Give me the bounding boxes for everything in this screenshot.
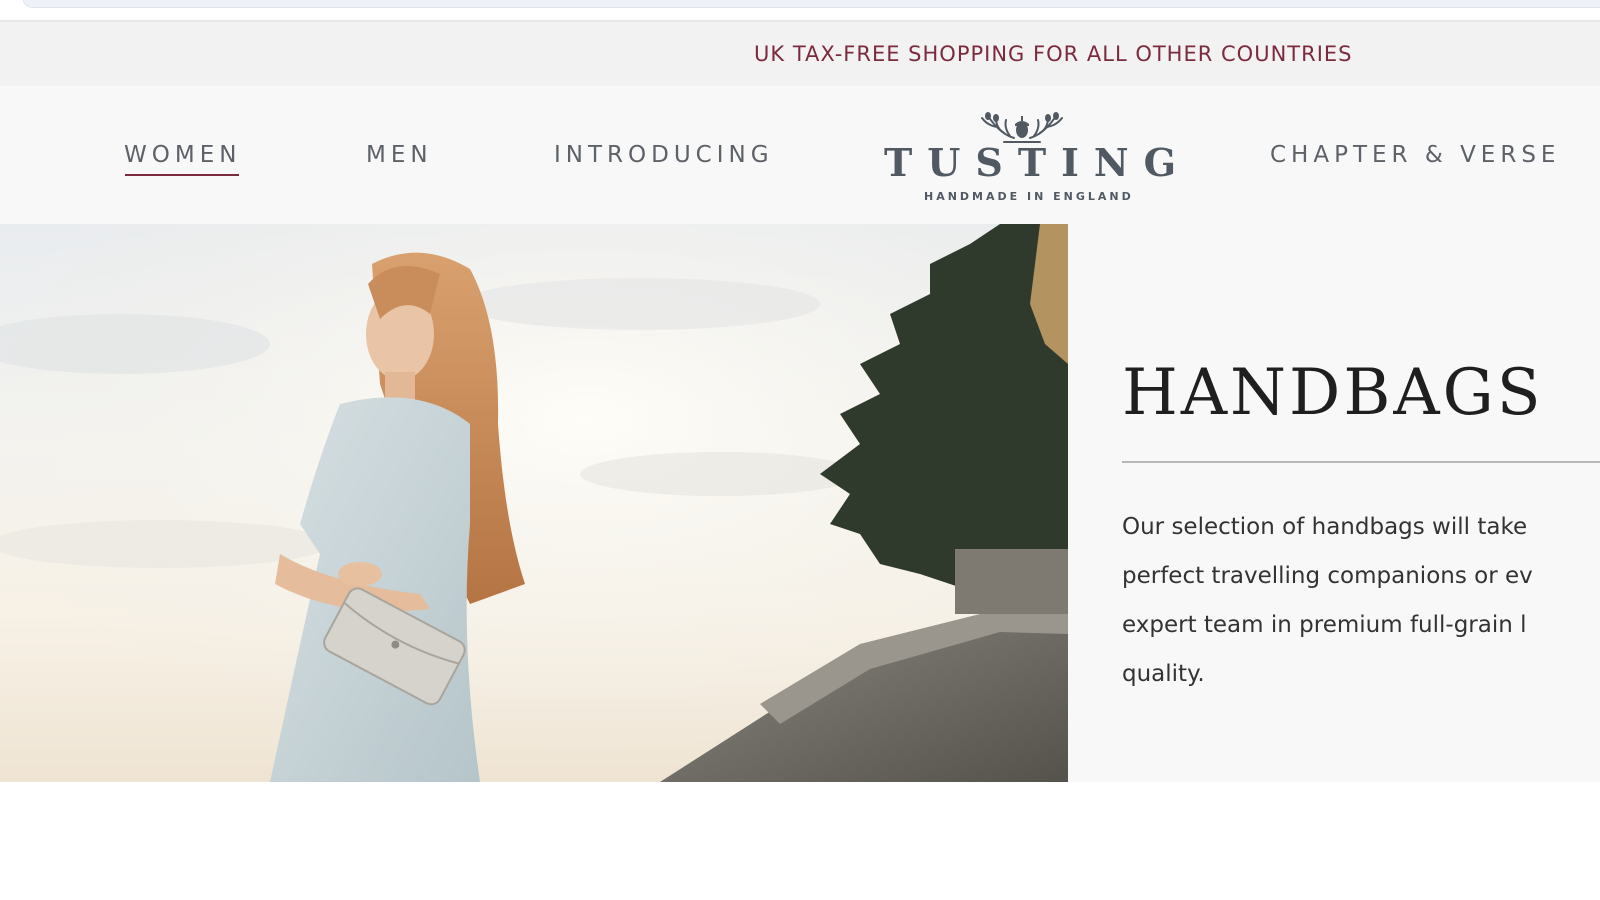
crown-crest-icon: [981, 112, 1063, 143]
description-line: perfect travelling companions or ev: [1122, 563, 1533, 589]
nav-item-chapter-and-verse[interactable]: CHAPTER & VERSE: [1270, 142, 1560, 168]
browser-top-strip: [0, 0, 1600, 22]
title-divider: [1122, 461, 1600, 463]
hero-image: [0, 224, 1068, 782]
category-intro: HANDBAGS Our selection of handbags will …: [1068, 224, 1600, 782]
description-line: quality.: [1122, 661, 1205, 687]
nav-item-men[interactable]: MEN: [366, 142, 433, 168]
tusting-logo[interactable]: TUSTING HANDMADE IN ENGLAND: [884, 104, 1192, 208]
logo-wordmark: TUSTING: [884, 140, 1192, 185]
main-nav: WOMEN MEN INTRODUCING TUSTING HANDMADE I…: [0, 86, 1600, 224]
promo-banner-text[interactable]: UK TAX-FREE SHOPPING FOR ALL OTHER COUNT…: [754, 42, 1353, 66]
model-with-silver-clutch-photo: [0, 224, 1068, 782]
category-title: HANDBAGS: [1122, 356, 1544, 430]
promo-banner: UK TAX-FREE SHOPPING FOR ALL OTHER COUNT…: [0, 22, 1600, 86]
logo-tagline: HANDMADE IN ENGLAND: [924, 190, 1134, 203]
nav-item-introducing[interactable]: INTRODUCING: [554, 142, 774, 168]
address-bar[interactable]: [22, 0, 1600, 8]
nav-item-women[interactable]: WOMEN: [124, 142, 241, 176]
description-line: expert team in premium full-grain l: [1122, 612, 1527, 638]
description-line: Our selection of handbags will take: [1122, 514, 1528, 540]
